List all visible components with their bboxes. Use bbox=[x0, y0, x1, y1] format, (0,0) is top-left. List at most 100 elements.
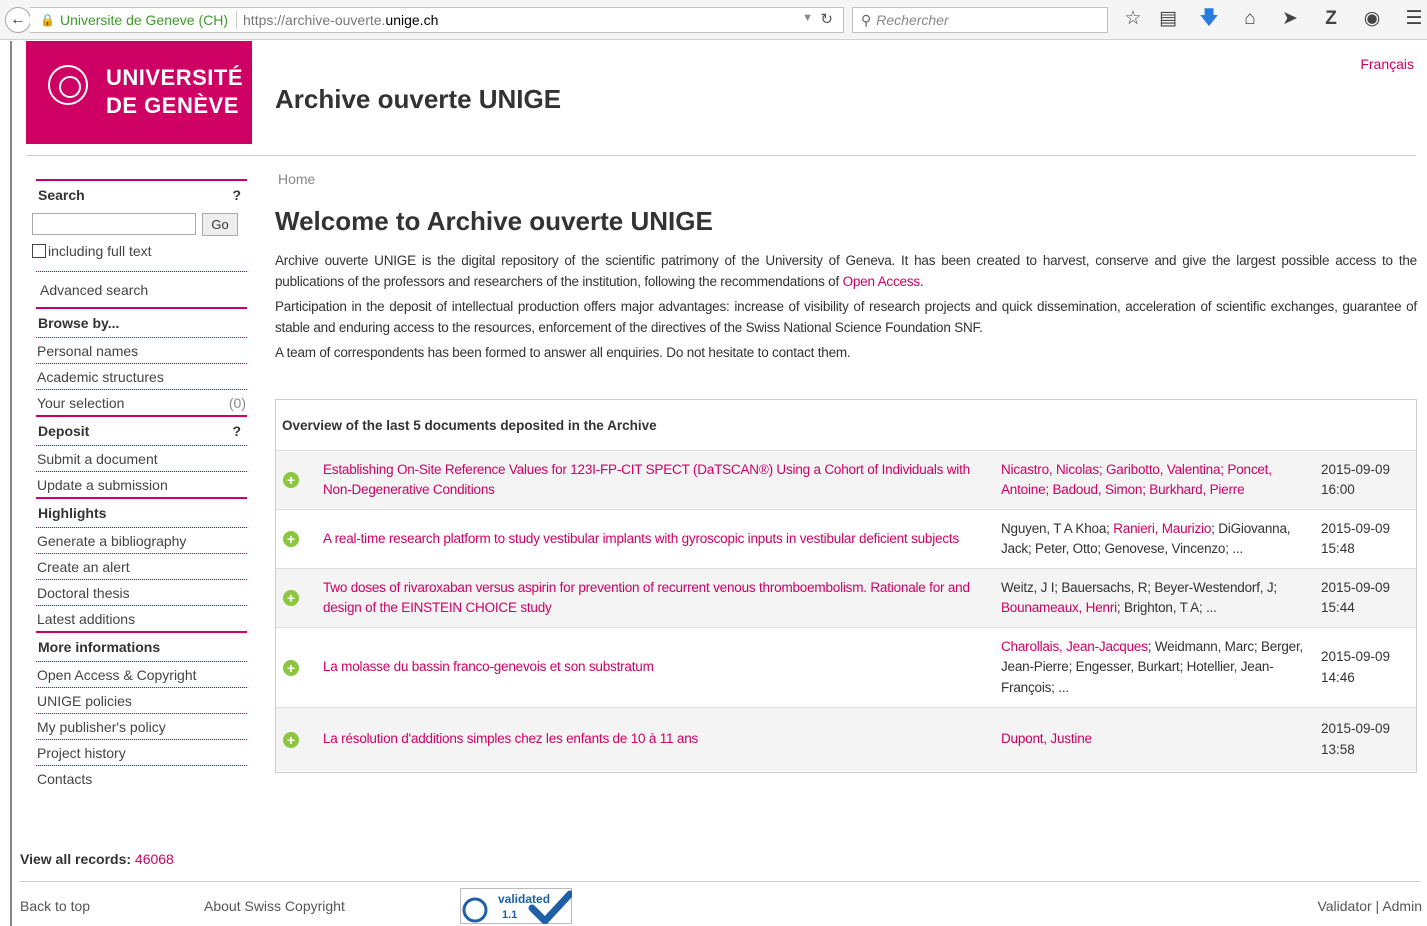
expand-plus-icon[interactable]: + bbox=[276, 451, 323, 509]
browser-search-input[interactable]: ⚲ Rechercher bbox=[852, 7, 1108, 33]
language-link[interactable]: Français bbox=[1360, 56, 1414, 72]
open-access-link[interactable]: Open Access bbox=[843, 274, 921, 289]
highlights-section-title: Highlights bbox=[36, 497, 247, 527]
document-authors: Dupont, Justine bbox=[1001, 708, 1318, 771]
sidebar-item-contacts[interactable]: Contacts bbox=[36, 765, 247, 791]
university-seal-icon bbox=[48, 65, 88, 105]
zotero-icon[interactable]: Z bbox=[1320, 8, 1342, 30]
about-copyright-link[interactable]: About Swiss Copyright bbox=[204, 898, 345, 914]
sidebar-item-open-access[interactable]: Open Access & Copyright bbox=[36, 661, 247, 687]
author-link[interactable]: Bounameaux, Henri bbox=[1001, 600, 1117, 615]
your-selection-label: Your selection bbox=[37, 394, 125, 411]
author-links[interactable]: Nicastro, Nicolas; Garibotto, Valentina;… bbox=[1001, 460, 1318, 501]
time-value: 13:58 bbox=[1321, 741, 1355, 757]
document-date: 2015-09-09 15:44 bbox=[1318, 569, 1413, 627]
badge-text: validated bbox=[498, 892, 550, 906]
home-icon[interactable]: ⌂ bbox=[1239, 8, 1261, 30]
time-value: 14:46 bbox=[1321, 669, 1355, 685]
date-value: 2015-09-09 bbox=[1321, 461, 1391, 477]
sidebar: Search ? Go including full text Advanced… bbox=[32, 179, 247, 791]
browse-title: Browse by... bbox=[38, 315, 120, 331]
back-button[interactable]: ← bbox=[5, 7, 31, 33]
author-text: Weitz, J I; Bauersachs, R; Beyer-Westend… bbox=[1001, 579, 1277, 595]
validator-link[interactable]: Validator bbox=[1317, 898, 1371, 914]
sidebar-item-latest-additions[interactable]: Latest additions bbox=[36, 605, 247, 631]
search-section-title: Search ? bbox=[36, 179, 247, 209]
url-bar[interactable]: 🔒 Universite de Geneve (CH) https://arch… bbox=[30, 7, 844, 33]
fulltext-option[interactable]: including full text bbox=[32, 239, 247, 263]
search-help-icon[interactable]: ? bbox=[232, 187, 245, 203]
fulltext-checkbox[interactable] bbox=[32, 244, 46, 258]
author-links[interactable]: Dupont, Justine bbox=[1001, 729, 1092, 750]
search-input[interactable] bbox=[32, 213, 196, 235]
sidebar-item-update-submission[interactable]: Update a submission bbox=[36, 471, 247, 497]
expand-plus-icon[interactable]: + bbox=[276, 628, 323, 707]
dropdown-icon[interactable]: ▼ bbox=[802, 12, 813, 24]
lock-icon: 🔒 bbox=[40, 13, 55, 27]
document-title-link[interactable]: Establishing On-Site Reference Values fo… bbox=[323, 451, 1001, 509]
document-title-link[interactable]: A real-time research platform to study v… bbox=[323, 510, 1001, 568]
footer-separator: | bbox=[1375, 898, 1380, 914]
intro-paragraph-3: A team of correspondents has been formed… bbox=[275, 345, 851, 360]
sidebar-item-unige-policies[interactable]: UNIGE policies bbox=[36, 687, 247, 713]
send-icon[interactable]: ➤ bbox=[1279, 8, 1301, 30]
advanced-search-link[interactable]: Advanced search bbox=[36, 271, 247, 307]
sidebar-item-create-alert[interactable]: Create an alert bbox=[36, 553, 247, 579]
page: UNIVERSITÉ DE GENÈVE Archive ouverte UNI… bbox=[10, 41, 1427, 926]
footer-divider bbox=[20, 881, 1420, 882]
time-value: 16:00 bbox=[1321, 482, 1355, 497]
document-title-link[interactable]: La résolution d'additions simples chez l… bbox=[323, 708, 1001, 771]
search-placeholder: Rechercher bbox=[876, 12, 949, 28]
sidebar-item-doctoral-thesis[interactable]: Doctoral thesis bbox=[36, 579, 247, 605]
breadcrumb[interactable]: Home bbox=[278, 171, 315, 187]
university-logo[interactable]: UNIVERSITÉ DE GENÈVE bbox=[26, 41, 252, 144]
date-value: 2015-09-09 bbox=[1321, 520, 1391, 536]
site-identity[interactable]: Universite de Geneve (CH) bbox=[60, 12, 228, 28]
reload-icon[interactable]: ↻ bbox=[820, 10, 833, 28]
site-title[interactable]: Archive ouverte UNIGE bbox=[275, 84, 561, 115]
sidebar-item-project-history[interactable]: Project history bbox=[36, 739, 247, 765]
sidebar-item-personal-names[interactable]: Personal names bbox=[36, 337, 247, 363]
author-link[interactable]: Ranieri, Maurizio bbox=[1113, 521, 1211, 536]
browser-toolbar: ← 🔒 Universite de Geneve (CH) https://ar… bbox=[0, 0, 1427, 40]
url-text[interactable]: https://archive-ouverte.unige.ch bbox=[243, 12, 438, 28]
reading-list-icon[interactable]: ▤ bbox=[1157, 8, 1179, 30]
sidebar-item-academic-structures[interactable]: Academic structures bbox=[36, 363, 247, 389]
back-to-top-link[interactable]: Back to top bbox=[20, 898, 90, 914]
search-row: Go bbox=[32, 209, 247, 239]
date-value: 2015-09-09 bbox=[1321, 649, 1391, 664]
deposit-help-icon[interactable]: ? bbox=[232, 423, 245, 439]
expand-plus-icon[interactable]: + bbox=[276, 569, 323, 627]
bookmark-star-icon[interactable]: ☆ bbox=[1122, 8, 1144, 30]
expand-plus-icon[interactable]: + bbox=[276, 510, 323, 568]
date-value: 2015-09-09 bbox=[1321, 579, 1391, 595]
download-icon[interactable]: 🡇 bbox=[1198, 8, 1220, 30]
time-value: 15:44 bbox=[1321, 600, 1355, 615]
document-date: 2015-09-09 16:00 bbox=[1318, 451, 1413, 509]
author-link[interactable]: Charollais, Jean-Jacques bbox=[1001, 639, 1148, 654]
sidebar-item-your-selection[interactable]: Your selection (0) bbox=[36, 389, 247, 415]
time-value: 15:48 bbox=[1321, 541, 1355, 556]
validated-badge-icon[interactable]: validated 1.1 bbox=[460, 888, 572, 924]
document-row: + La molasse du bassin franco-genevois e… bbox=[276, 628, 1416, 708]
document-authors: Nguyen, T A Khoa; Ranieri, Maurizio; DiG… bbox=[1001, 510, 1318, 568]
chat-icon[interactable]: ◉ bbox=[1361, 8, 1383, 30]
expand-plus-icon[interactable]: + bbox=[276, 708, 323, 771]
logo-text-line2: DE GENÈVE bbox=[106, 93, 239, 118]
document-title-link[interactable]: La molasse du bassin franco-genevois et … bbox=[323, 628, 1001, 707]
go-button[interactable]: Go bbox=[202, 212, 238, 236]
menu-icon[interactable]: ☰ bbox=[1403, 8, 1425, 30]
document-row: + Establishing On-Site Reference Values … bbox=[276, 451, 1416, 510]
document-row: + Two doses of rivaroxaban versus aspiri… bbox=[276, 569, 1416, 628]
sidebar-item-submit-document[interactable]: Submit a document bbox=[36, 445, 247, 471]
sidebar-item-publisher-policy[interactable]: My publisher's policy bbox=[36, 713, 247, 739]
search-title: Search bbox=[38, 187, 85, 203]
sidebar-item-bibliography[interactable]: Generate a bibliography bbox=[36, 527, 247, 553]
records-count-link[interactable]: 46068 bbox=[135, 851, 174, 867]
recent-documents-panel: Overview of the last 5 documents deposit… bbox=[275, 399, 1417, 773]
deposit-title: Deposit bbox=[38, 423, 90, 439]
document-authors: Nicastro, Nicolas; Garibotto, Valentina;… bbox=[1001, 451, 1318, 509]
document-title-link[interactable]: Two doses of rivaroxaban versus aspirin … bbox=[323, 569, 1001, 627]
admin-link[interactable]: Admin bbox=[1382, 898, 1422, 914]
highlights-title: Highlights bbox=[38, 505, 107, 521]
